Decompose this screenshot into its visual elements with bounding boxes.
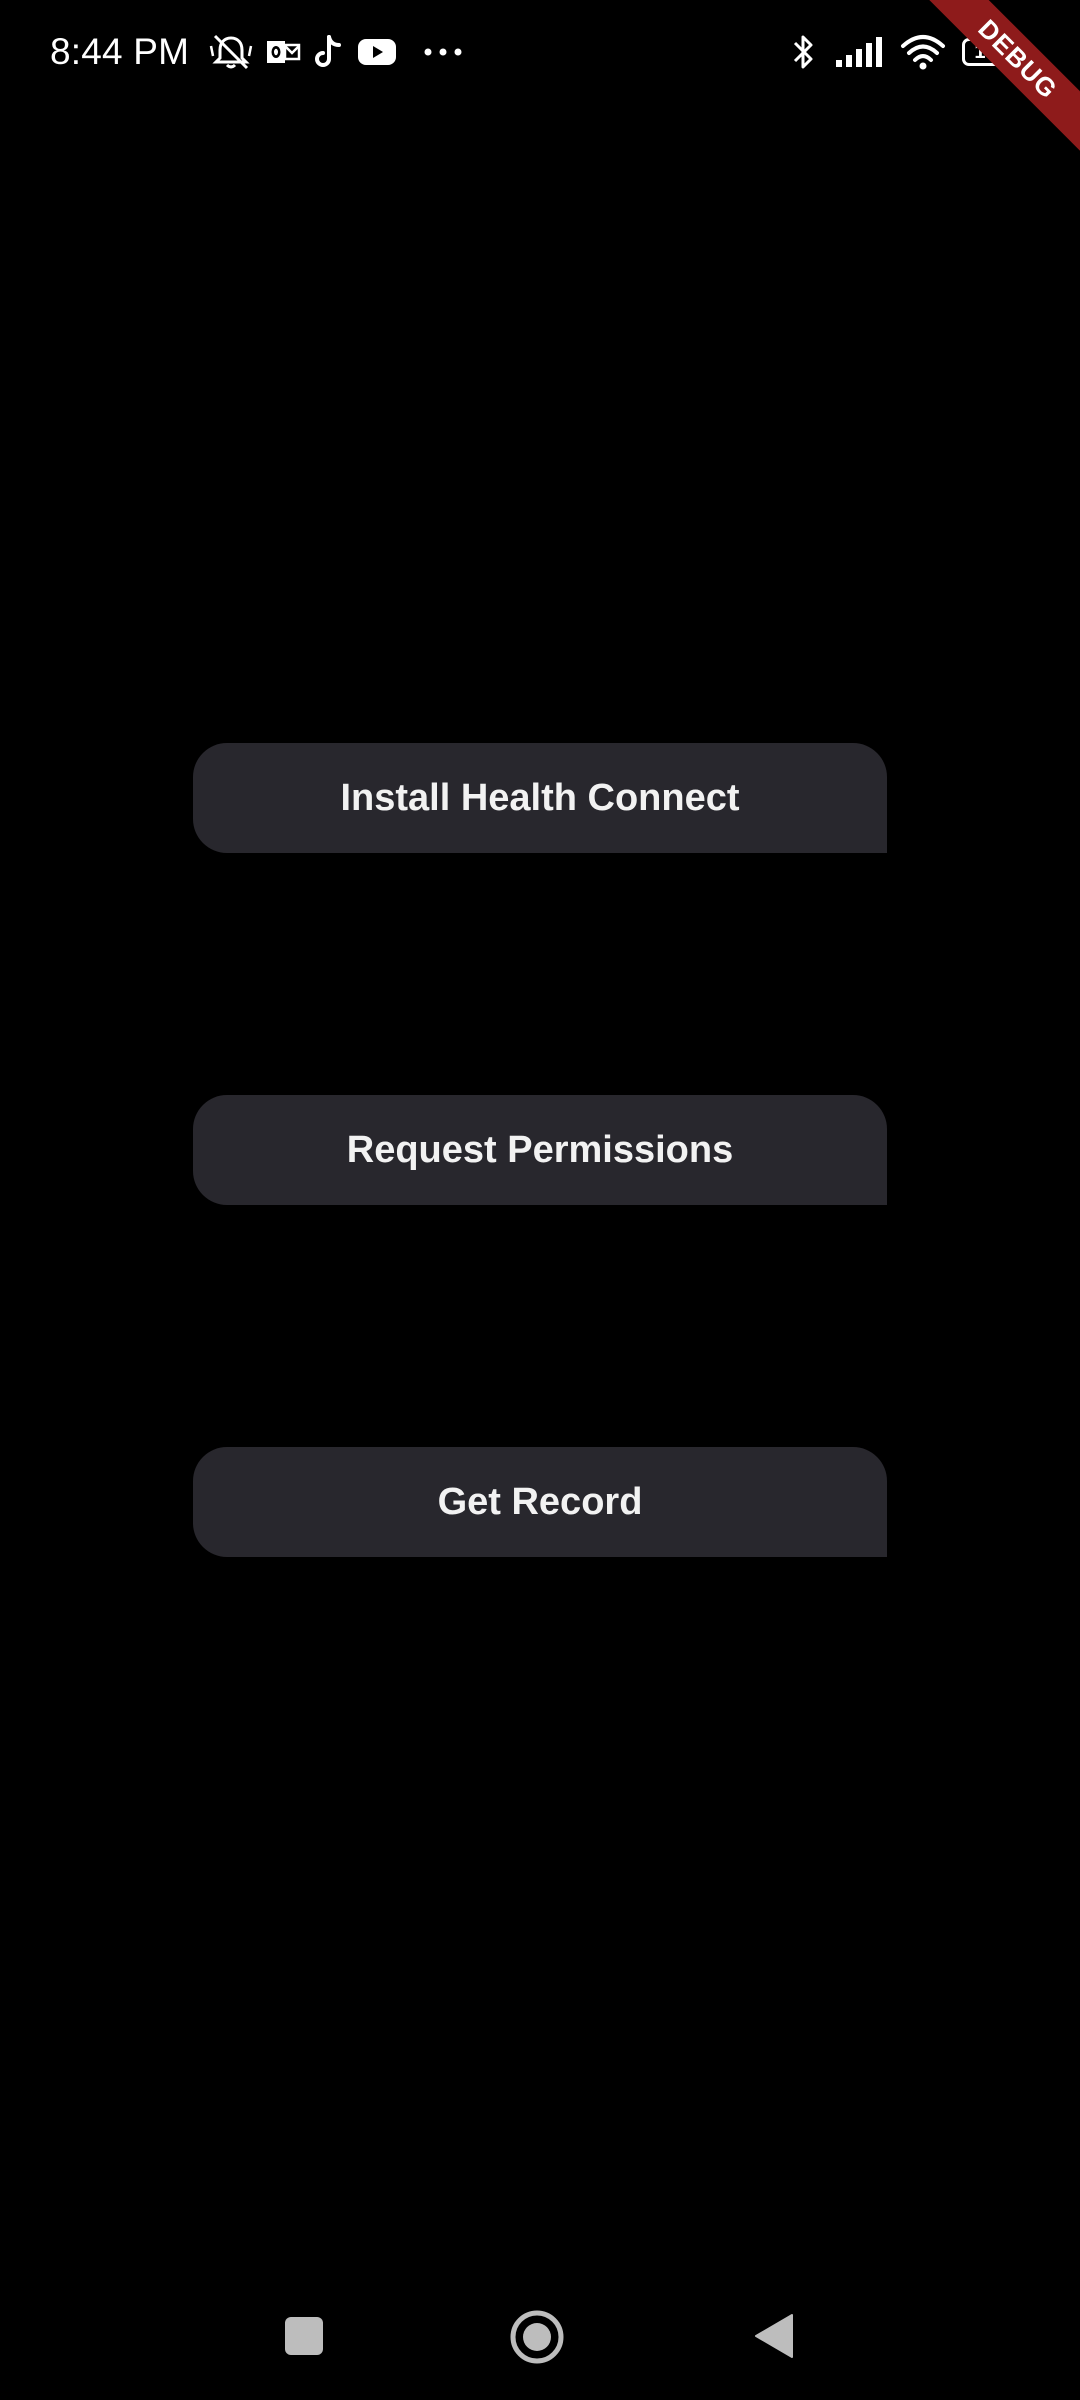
back-triangle-icon bbox=[755, 2314, 793, 2358]
status-bar-left: 8:44 PM bbox=[50, 26, 463, 78]
bluetooth-icon bbox=[790, 32, 818, 72]
navigation-bar bbox=[0, 2300, 1080, 2400]
more-dots-icon bbox=[423, 47, 463, 57]
back-button[interactable] bbox=[752, 2312, 796, 2360]
recents-square-icon bbox=[285, 2317, 323, 2355]
signal-icon bbox=[834, 36, 884, 68]
outlook-icon bbox=[265, 36, 301, 68]
clock: 8:44 PM bbox=[50, 31, 190, 72]
debug-banner: DEBUG bbox=[920, 0, 1080, 159]
home-button[interactable] bbox=[509, 2309, 565, 2365]
muted-bell-icon bbox=[209, 32, 253, 72]
status-bar: 8:44 PM bbox=[0, 0, 1080, 104]
debug-banner-container: DEBUG bbox=[920, 0, 1080, 160]
get-record-button[interactable]: Get Record bbox=[193, 1447, 887, 1557]
home-circle-icon bbox=[510, 2310, 564, 2364]
recents-button[interactable] bbox=[280, 2312, 328, 2360]
youtube-icon bbox=[357, 37, 397, 67]
tiktok-icon bbox=[313, 34, 345, 70]
install-health-connect-button[interactable]: Install Health Connect bbox=[193, 743, 887, 853]
request-permissions-button[interactable]: Request Permissions bbox=[193, 1095, 887, 1205]
